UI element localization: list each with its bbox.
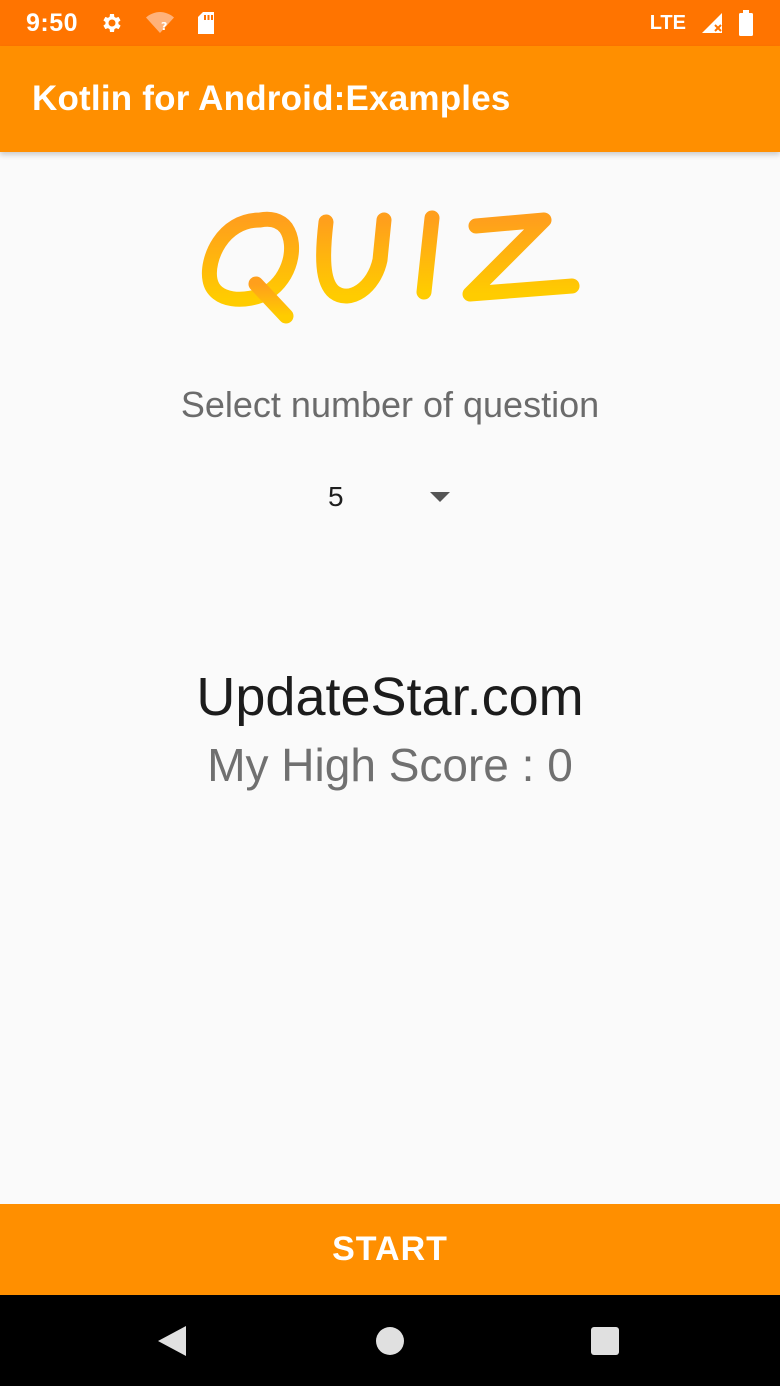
gear-icon [103, 14, 121, 32]
status-bar: 9:50 ? LTE [0, 0, 780, 46]
navigation-bar [0, 1295, 780, 1386]
network-type: LTE [649, 11, 686, 34]
quiz-logo [201, 210, 580, 324]
back-icon[interactable] [154, 1323, 190, 1359]
sd-card-icon [198, 12, 215, 34]
brand-text: UpdateStar.com [196, 667, 584, 727]
status-time: 9:50 [26, 8, 79, 37]
high-score-text: My High Score : 0 [207, 739, 573, 791]
svg-text:?: ? [161, 20, 167, 33]
status-left: 9:50 ? [26, 9, 216, 38]
home-icon[interactable] [372, 1323, 408, 1359]
spinner-selected-value: 5 [328, 481, 344, 512]
wifi-question-icon: ? [146, 12, 175, 33]
question-count-spinner[interactable]: 5 [312, 468, 464, 526]
start-button[interactable]: START [0, 1204, 780, 1295]
signal-icon [702, 13, 722, 33]
recents-icon[interactable] [587, 1323, 623, 1359]
dropdown-arrow-icon [430, 492, 450, 502]
battery-icon [739, 10, 753, 36]
status-right: LTE [650, 10, 754, 36]
app-bar: Kotlin for Android:Examples [0, 46, 780, 152]
screen: 9:50 ? LTE Kotlin for Android:Examples S… [0, 0, 780, 1386]
app-title: Kotlin for Android:Examples [32, 79, 511, 118]
question-count-label: Select number of question [180, 384, 600, 425]
